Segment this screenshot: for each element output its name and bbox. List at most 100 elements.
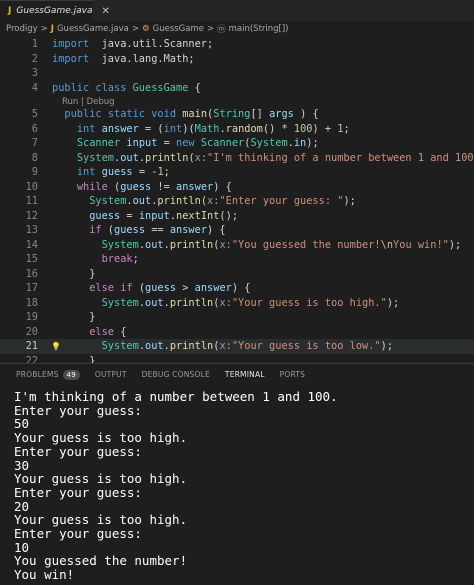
- line-number: 7: [31, 137, 38, 149]
- code-line[interactable]: 11 System.out.println(x:"Enter your gues…: [0, 194, 474, 209]
- code-token: out: [145, 340, 164, 352]
- code-line[interactable]: 10 while (guess != answer) {: [0, 180, 474, 195]
- tab-problems[interactable]: PROBLEMS 49: [16, 364, 80, 386]
- code-line[interactable]: 21 💡 System.out.println(x:"Your guess is …: [0, 339, 474, 354]
- code-text: public static void main(String[] args ) …: [52, 107, 319, 122]
- code-text: }: [52, 354, 95, 364]
- code-line[interactable]: 6 int answer = (int)(Math.random() * 100…: [0, 122, 474, 137]
- terminal-line: Your guess is too high.: [14, 512, 188, 528]
- breadcrumb: Prodigy > J GuessGame.java > ⚙ GuessGame…: [0, 21, 474, 37]
- terminal-line: You win!: [14, 567, 75, 583]
- java-file-icon: J: [8, 6, 12, 16]
- chevron-right-icon: >: [40, 24, 48, 34]
- code-token: ) {: [293, 108, 319, 120]
- code-line[interactable]: 8 System.out.println(x:"I'm thinking of …: [0, 151, 474, 166]
- code-token: Scanner: [200, 137, 245, 149]
- code-line[interactable]: 22 }: [0, 354, 474, 364]
- close-icon[interactable]: ✕: [101, 6, 109, 17]
- tab-guessgame-java[interactable]: J GuessGame.java ✕: [0, 0, 110, 21]
- code-token: []: [250, 108, 270, 120]
- code-token: public: [64, 108, 102, 120]
- code-line[interactable]: 12 guess = input.nextInt();: [0, 209, 474, 224]
- code-line[interactable]: 7 Scanner input = new Scanner(System.in)…: [0, 136, 474, 151]
- class-icon: ⚙: [141, 24, 150, 34]
- tab-output[interactable]: OUTPUT: [95, 364, 127, 386]
- code-token: guess: [145, 282, 177, 294]
- code-token: println: [157, 195, 201, 207]
- code-text: public class GuessGame {: [52, 81, 201, 96]
- breadcrumb-project[interactable]: Prodigy: [6, 24, 38, 34]
- code-token: if: [120, 282, 133, 294]
- tab-label: GuessGame.java: [16, 6, 93, 16]
- breadcrumb-class[interactable]: GuessGame: [153, 24, 204, 34]
- line-number: 19: [25, 311, 38, 323]
- breadcrumb-file[interactable]: GuessGame.java: [57, 24, 129, 34]
- terminal-line: 50: [14, 416, 30, 432]
- code-token: guess: [114, 224, 146, 236]
- terminal-line: Enter your guess:: [14, 402, 142, 418]
- code-token: !=: [151, 180, 177, 193]
- chevron-right-icon: >: [206, 24, 215, 34]
- tab-ports[interactable]: PORTS: [280, 364, 305, 386]
- line-number: 1: [31, 38, 38, 50]
- code-line[interactable]: 1 import java.util.Scanner;: [0, 37, 474, 52]
- code-text: else {: [52, 325, 126, 340]
- line-number: 9: [31, 166, 38, 178]
- code-line[interactable]: 2 import java.lang.Math;: [0, 52, 474, 67]
- code-line[interactable]: 20 else {: [0, 325, 474, 340]
- code-line[interactable]: 4 public class GuessGame {: [0, 81, 474, 96]
- code-token: else: [89, 282, 115, 294]
- code-token: {: [188, 81, 201, 94]
- code-text: }: [52, 310, 95, 325]
- tab-debug-console[interactable]: DEBUG CONSOLE: [142, 364, 210, 386]
- terminal-output[interactable]: I'm thinking of a number between 1 and 1…: [0, 385, 474, 585]
- code-token: Scanner: [76, 137, 121, 149]
- code-line[interactable]: 17 else if (guess > answer) {: [0, 281, 474, 296]
- code-token: System: [250, 137, 288, 149]
- code-line[interactable]: 18 System.out.println(x:"Your guess is t…: [0, 296, 474, 311]
- code-token: int: [76, 166, 96, 178]
- code-token: );: [306, 137, 319, 149]
- code-token: new: [176, 137, 195, 149]
- code-token: }: [52, 354, 96, 364]
- code-token: System: [76, 151, 115, 164]
- code-token: ) +: [312, 122, 338, 135]
- code-line[interactable]: 13 if (guess == answer) {: [0, 223, 474, 238]
- code-token: ) {: [231, 282, 251, 294]
- code-line[interactable]: 16 }: [0, 267, 474, 282]
- code-editor[interactable]: 1 import java.util.Scanner; 2 import java.l…: [0, 37, 474, 363]
- code-line[interactable]: 9 int guess = -1;: [0, 165, 474, 180]
- code-line[interactable]: 14 System.out.println(x:"You guessed the…: [0, 238, 474, 253]
- code-line[interactable]: 19 }: [0, 310, 474, 325]
- code-text: guess = input.nextInt();: [52, 209, 238, 224]
- code-token: out: [145, 238, 164, 251]
- method-icon: ⓜ: [217, 25, 226, 35]
- breadcrumb-method[interactable]: main(String[]): [229, 24, 289, 34]
- problems-count-badge: 49: [62, 369, 80, 380]
- code-text: System.out.println(x:"You guessed the nu…: [52, 238, 462, 253]
- code-line[interactable]: 5 public static void main(String[] args …: [0, 107, 474, 122]
- code-line[interactable]: 15 break;: [0, 252, 474, 267]
- code-text: System.out.println(x:"I'm thinking of a …: [52, 151, 474, 166]
- panel-tab-label: PROBLEMS: [16, 370, 59, 379]
- code-token: println: [169, 296, 214, 309]
- code-token: System: [101, 238, 139, 251]
- code-text: System.out.println(x:"Enter your guess: …: [52, 194, 356, 209]
- chevron-right-icon: >: [131, 24, 139, 34]
- code-token: int: [163, 122, 183, 135]
- code-line[interactable]: 3: [0, 66, 474, 81]
- terminal-line: 30: [14, 457, 30, 473]
- code-text: Scanner input = new Scanner(System.in);: [52, 136, 319, 151]
- tab-terminal[interactable]: TERMINAL: [224, 364, 265, 386]
- line-number: 12: [25, 209, 38, 222]
- line-number: 2: [31, 52, 38, 65]
- terminal-line: I'm thinking of a number between 1 and 1…: [14, 389, 338, 404]
- code-token: (: [101, 224, 115, 236]
